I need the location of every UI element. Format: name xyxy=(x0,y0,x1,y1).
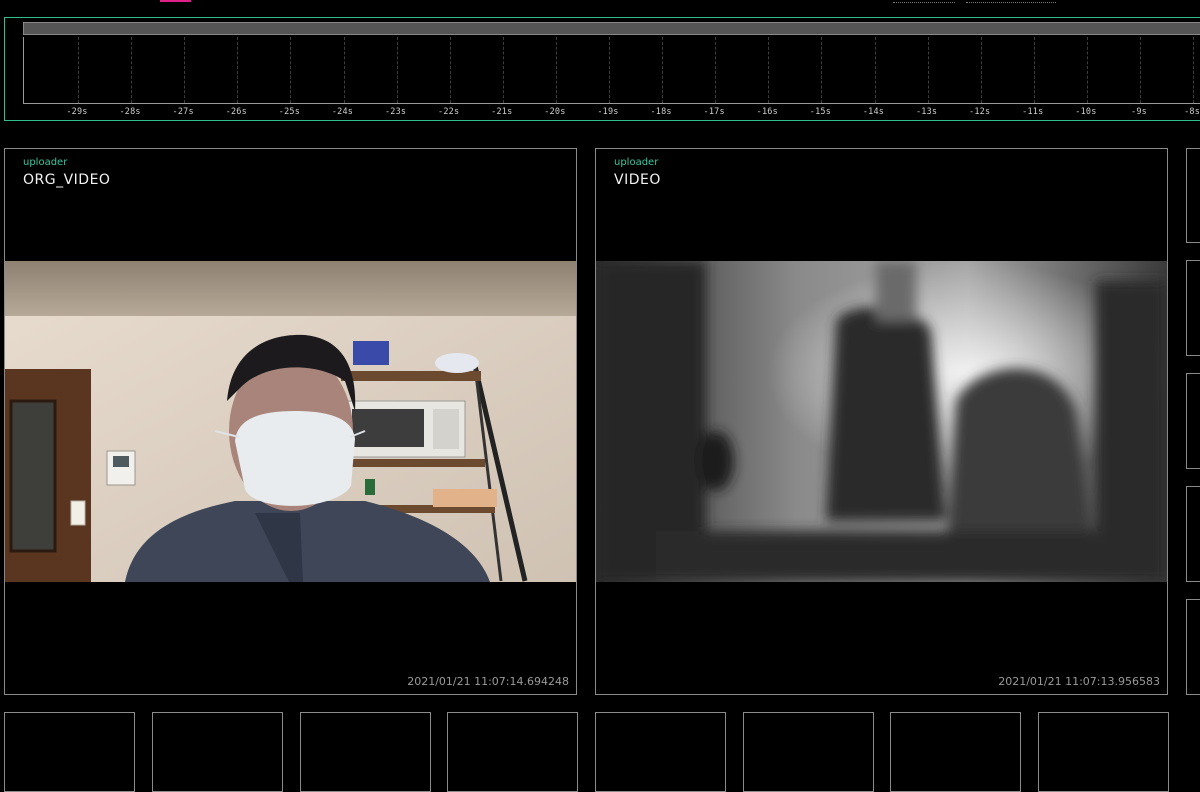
timeline-tick-label: -21s xyxy=(491,107,513,117)
timeline-plot xyxy=(23,37,1200,104)
timeline-gridline xyxy=(78,37,79,103)
timeline-tick-label: -25s xyxy=(278,107,301,117)
frame-timestamp: 2021/01/21 11:07:14.694248 xyxy=(407,675,569,688)
thumbnail-slot[interactable] xyxy=(743,712,874,792)
timeline-gridline xyxy=(927,37,929,103)
timeline-tick-label: -13s xyxy=(915,107,938,117)
side-panel-partial[interactable] xyxy=(1186,486,1200,582)
active-tab-indicator[interactable] xyxy=(160,0,191,2)
frame-timestamp: 2021/01/21 11:07:13.956583 xyxy=(998,675,1160,688)
stream-source-label: uploader xyxy=(614,157,659,168)
side-panel-partial[interactable] xyxy=(1186,373,1200,469)
side-panel-partial[interactable] xyxy=(1186,148,1200,243)
timeline-gridline xyxy=(768,37,770,103)
thumbnail-slot[interactable] xyxy=(890,712,1021,792)
timeline-gridline xyxy=(184,37,186,103)
timeline-tick-label: -19s xyxy=(597,107,619,117)
timeline-gridline xyxy=(502,37,504,103)
timeline-tick-label: -27s xyxy=(172,107,194,117)
timeline-tick-label: -8s xyxy=(1184,107,1200,117)
timeline-tick-label: -17s xyxy=(703,107,725,117)
toolbar-separator xyxy=(966,2,1056,3)
depth-map-image xyxy=(596,261,1167,582)
thumbnail-slot[interactable] xyxy=(4,712,135,792)
timeline-tick-label: -9s xyxy=(1131,107,1147,117)
timeline-gridline xyxy=(980,37,982,103)
timeline-tick-label: -26s xyxy=(225,107,247,117)
stream-source-label: uploader xyxy=(23,157,68,168)
depth-frame xyxy=(596,261,1167,582)
thumbnail-slot[interactable] xyxy=(152,712,283,792)
timeline-tick-label: -15s xyxy=(809,107,832,117)
timeline-gridline xyxy=(131,37,133,103)
timeline-tick-label: -20s xyxy=(544,107,566,117)
timeline-tick-label: -16s xyxy=(756,107,778,117)
stream-name: ORG_VIDEO xyxy=(23,172,111,188)
stream-name: VIDEO xyxy=(614,172,661,188)
timeline-gridline xyxy=(662,37,664,103)
thumbnail-slot[interactable] xyxy=(300,712,431,792)
thumbnail-slot[interactable] xyxy=(595,712,726,792)
timeline-tick-label: -23s xyxy=(384,107,407,117)
toolbar-separator xyxy=(893,2,955,3)
timeline-gridline xyxy=(555,37,557,103)
timeline-tick-label: -10s xyxy=(1075,107,1097,117)
video-panel-org-video[interactable]: uploader ORG_VIDEO 2021/01/21 11:07:14.6… xyxy=(4,148,577,695)
timeline-gridline xyxy=(237,37,239,103)
timeline-tick-label: -29s xyxy=(66,107,88,117)
timeline-gridline xyxy=(1193,37,1195,103)
timeline-gridline xyxy=(1140,37,1141,103)
timeline-scrub-bar[interactable] xyxy=(23,22,1200,35)
video-panel-video[interactable]: uploader VIDEO 2021/01/21 11:07:13.95658… xyxy=(595,148,1168,695)
thumbnail-slot[interactable] xyxy=(447,712,578,792)
timeline-gridline xyxy=(396,37,398,103)
timeline-tick-label: -11s xyxy=(1022,107,1044,117)
thumbnail-slot[interactable] xyxy=(1038,712,1169,792)
top-toolbar xyxy=(0,0,1200,14)
room-scene-image xyxy=(5,261,576,582)
timeline-tick-label: -22s xyxy=(438,107,460,117)
timeline-gridline xyxy=(449,37,451,103)
timeline-gridline xyxy=(290,37,292,103)
timeline-gridline xyxy=(1086,37,1088,103)
timeline-tick-label: -24s xyxy=(331,107,354,117)
timeline-panel[interactable]: -29s -28s -27s -26s -25s -24s -23s -22s -21s -20s… xyxy=(4,17,1200,121)
side-panel-partial[interactable] xyxy=(1186,260,1200,356)
timeline-tick-label: -14s xyxy=(862,107,885,117)
timeline-tick-label: -28s xyxy=(119,107,141,117)
timeline-gridline xyxy=(874,37,876,103)
timeline-tick-label: -12s xyxy=(969,107,991,117)
timeline-gridline xyxy=(821,37,823,103)
camera-frame xyxy=(5,261,576,582)
timeline-gridline xyxy=(1033,37,1035,103)
timeline-tick-label: -18s xyxy=(650,107,672,117)
timeline-gridline xyxy=(343,37,345,103)
timeline-gridline xyxy=(715,37,717,103)
timeline-gridline xyxy=(609,37,610,103)
side-panel-partial[interactable] xyxy=(1186,599,1200,695)
